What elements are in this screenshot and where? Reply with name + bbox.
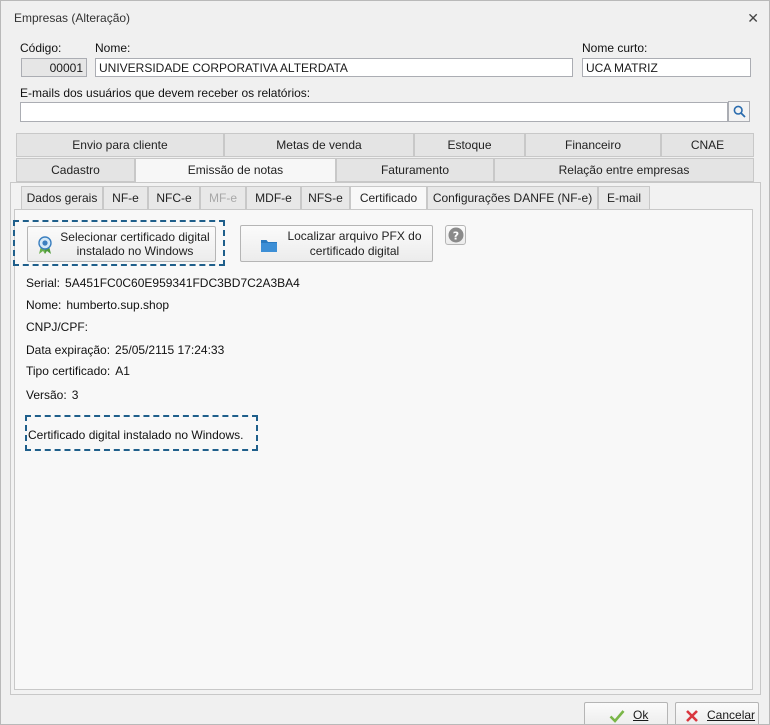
company-edit-window: Empresas (Alteração) ✕ Código: 00001 Nom…: [0, 0, 770, 725]
tab-row-bottom: Cadastro Emissão de notas Faturamento Re…: [16, 158, 754, 184]
expiracao-label: Data expiração:: [26, 343, 111, 357]
ok-button[interactable]: Ok: [584, 702, 668, 724]
cancel-x-icon: [686, 710, 698, 722]
ok-label: Ok: [633, 708, 649, 722]
nome-label: Nome:: [95, 41, 131, 55]
select-cert-label-line2: instalado no Windows: [76, 244, 194, 258]
versao-row: Versão: 3: [26, 388, 78, 402]
tipo-value: A1: [115, 364, 130, 378]
locate-pfx-button[interactable]: Localizar arquivo PFX do certificado dig…: [240, 225, 433, 262]
check-icon: [609, 710, 625, 723]
expiracao-row: Data expiração: 25/05/2115 17:24:33: [26, 343, 224, 357]
subtab-configuracoes-danfe[interactable]: Configurações DANFE (NF-e): [427, 186, 598, 210]
cancel-button[interactable]: Cancelar: [675, 702, 759, 724]
subtab-nfe[interactable]: NF-e: [103, 186, 148, 210]
folder-icon: [261, 240, 277, 252]
cert-nome-value: humberto.sup.shop: [66, 298, 170, 312]
svg-text:?: ?: [452, 229, 458, 242]
title-bar: Empresas (Alteração) ✕: [1, 1, 769, 33]
tab-cnae[interactable]: CNAE: [661, 133, 754, 157]
tab-financeiro[interactable]: Financeiro: [525, 133, 661, 157]
subtab-certificado[interactable]: Certificado: [350, 186, 427, 211]
cnpj-row: CNPJ/CPF:: [26, 320, 93, 334]
subtab-mdfe[interactable]: MDF-e: [246, 186, 301, 210]
emails-input[interactable]: [20, 102, 728, 122]
subtab-nfce[interactable]: NFC-e: [148, 186, 200, 210]
serial-value: 5A451FC0C60E959341FDC3BD7C2A3BA4: [65, 276, 300, 290]
certificate-ribbon-icon: [38, 236, 52, 254]
emails-label: E-mails dos usuários que devem receber o…: [20, 86, 311, 100]
locate-pfx-label-line1: Localizar arquivo PFX do: [287, 229, 422, 243]
tab-envio-cliente[interactable]: Envio para cliente: [16, 133, 224, 157]
tipo-label: Tipo certificado:: [26, 364, 111, 378]
nome-row: Nome: humberto.sup.shop: [26, 298, 169, 312]
versao-value: 3: [71, 388, 79, 402]
tab-metas-venda[interactable]: Metas de venda: [224, 133, 414, 157]
select-windows-cert-button[interactable]: Selecionar certificado digital instalado…: [27, 226, 216, 262]
codigo-field: 00001: [21, 58, 87, 77]
tab-faturamento[interactable]: Faturamento: [336, 158, 494, 182]
subtab-dados-gerais[interactable]: Dados gerais: [21, 186, 103, 210]
tab-row-top: Envio para cliente Metas de venda Estoqu…: [16, 133, 754, 157]
search-icon: [733, 105, 746, 118]
cancel-label: Cancelar: [707, 708, 756, 722]
subtab-email[interactable]: E-mail: [598, 186, 650, 210]
select-cert-label-line1: Selecionar certificado digital: [60, 230, 210, 244]
tab-estoque[interactable]: Estoque: [414, 133, 525, 157]
tab-cadastro[interactable]: Cadastro: [16, 158, 135, 182]
versao-label: Versão:: [26, 388, 67, 402]
nome-curto-input[interactable]: UCA MATRIZ: [582, 58, 751, 77]
serial-row: Serial: 5A451FC0C60E959341FDC3BD7C2A3BA4: [26, 276, 300, 290]
locate-pfx-label-line2: certificado digital: [309, 244, 400, 258]
nome-curto-label: Nome curto:: [582, 41, 648, 55]
tab-relacao-empresas[interactable]: Relação entre empresas: [494, 158, 754, 182]
subtab-mfe: MF-e: [200, 186, 246, 210]
status-message: Certificado digital instalado no Windows…: [28, 428, 244, 442]
tab-emissao-notas[interactable]: Emissão de notas: [135, 158, 336, 184]
close-icon[interactable]: ✕: [747, 10, 759, 27]
expiracao-value: 25/05/2115 17:24:33: [115, 343, 225, 357]
window-title: Empresas (Alteração): [14, 11, 131, 25]
nome-input[interactable]: UNIVERSIDADE CORPORATIVA ALTERDATA: [95, 58, 573, 77]
codigo-label: Código:: [20, 41, 62, 55]
help-icon: ?: [448, 227, 463, 243]
search-button[interactable]: [728, 101, 750, 122]
subtab-nfse[interactable]: NFS-e: [301, 186, 350, 210]
help-button[interactable]: ?: [445, 225, 466, 245]
serial-label: Serial:: [26, 276, 61, 290]
tipo-row: Tipo certificado: A1: [26, 364, 130, 378]
cert-nome-label: Nome:: [26, 298, 62, 312]
cnpj-label: CNPJ/CPF:: [26, 320, 89, 334]
